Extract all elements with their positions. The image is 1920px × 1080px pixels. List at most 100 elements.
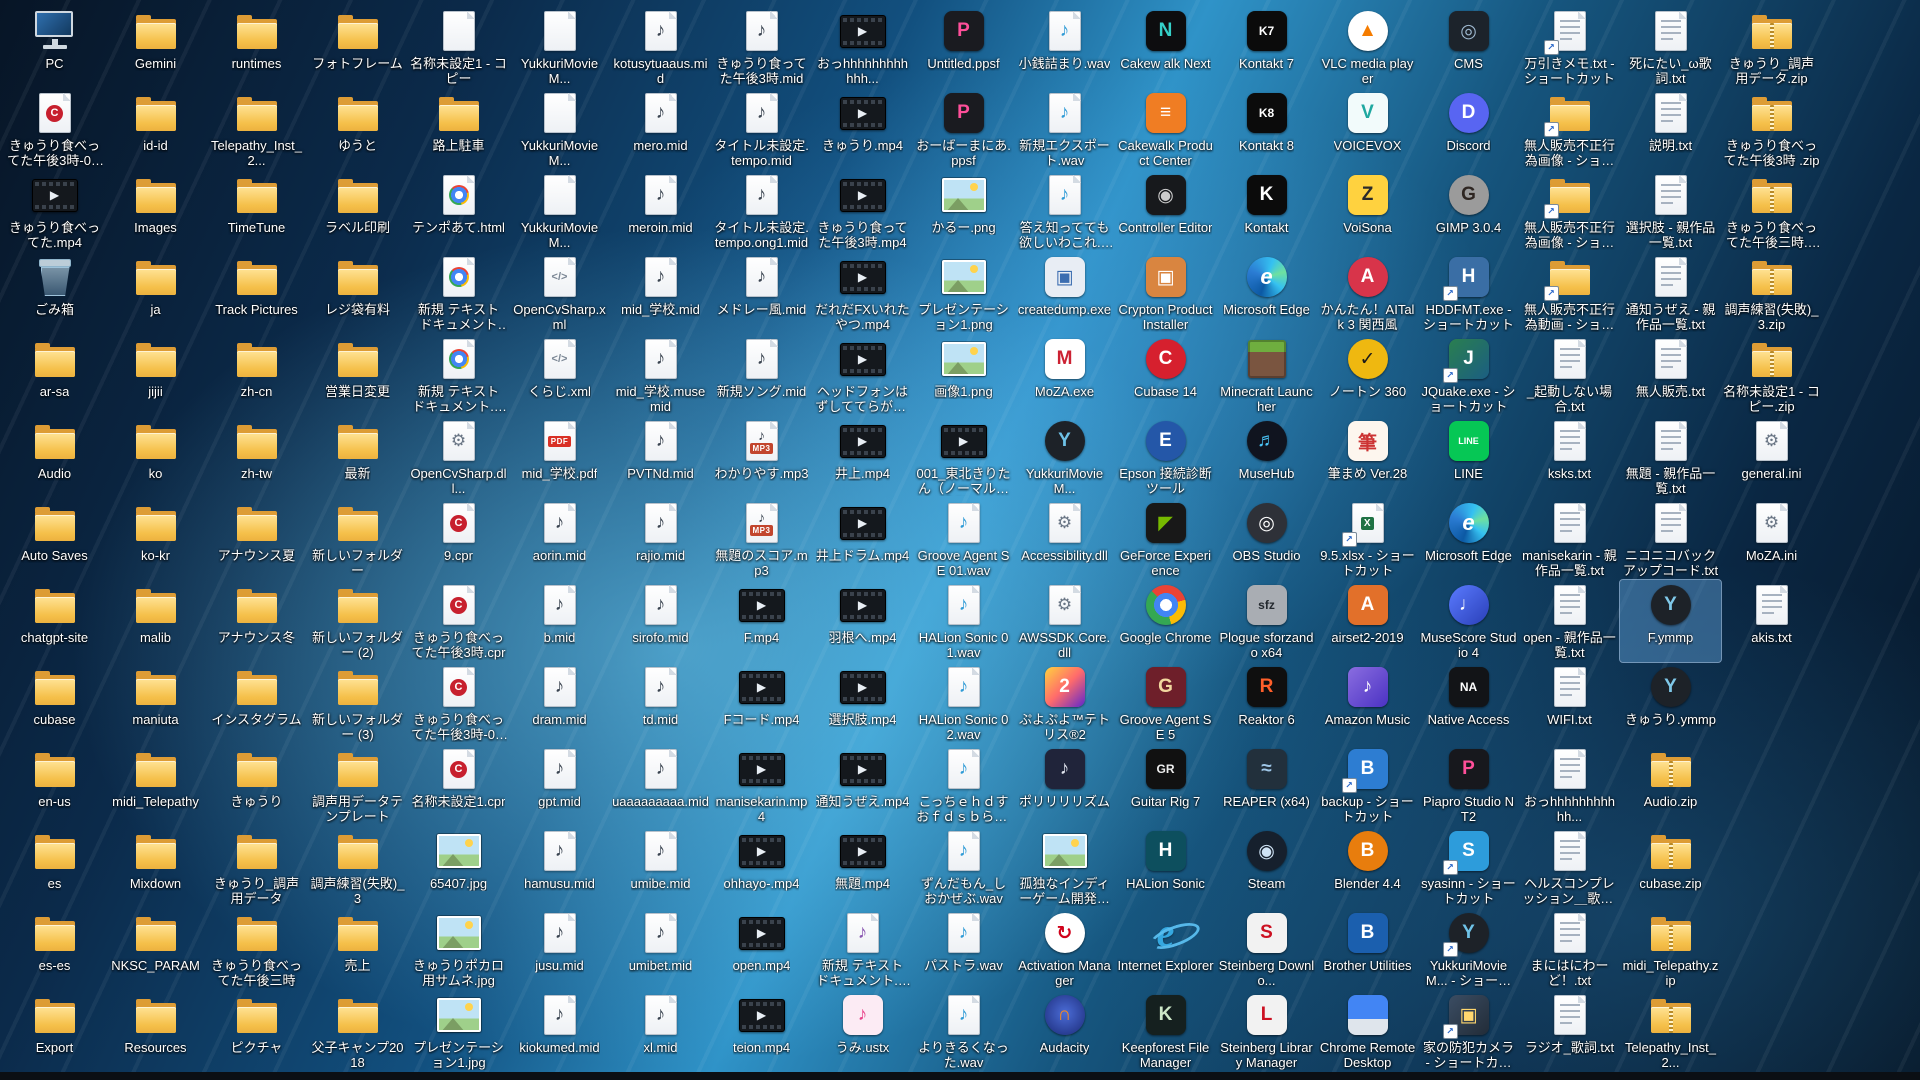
- desktop-icon[interactable]: ♪MP3無題のスコア.mp3: [711, 498, 812, 580]
- desktop-icon[interactable]: ♪ポリリリリズム: [1014, 744, 1115, 826]
- desktop-icon[interactable]: PUntitled.ppsf: [913, 6, 1014, 88]
- desktop-icon[interactable]: ♪HALion Sonic 01.wav: [913, 580, 1014, 662]
- desktop-icon[interactable]: ▶teion.mp4: [711, 990, 812, 1072]
- desktop-icon[interactable]: ラベル印刷: [307, 170, 408, 252]
- desktop-icon[interactable]: ♪タイトル未設定.tempo.ong1.mid: [711, 170, 812, 252]
- desktop-icon[interactable]: Minecraft Launcher: [1216, 334, 1317, 416]
- desktop-icon[interactable]: ♪こっちｅｈｄすおｆｄｓｂらぶ.wav: [913, 744, 1014, 826]
- desktop-icon[interactable]: 営業日変更: [307, 334, 408, 416]
- desktop-icon[interactable]: ♪hamusu.mid: [509, 826, 610, 908]
- desktop-icon[interactable]: eMicrosoft Edge: [1418, 498, 1519, 580]
- desktop-icon[interactable]: ♪タイトル未設定.tempo.mid: [711, 88, 812, 170]
- desktop-icon[interactable]: Cきゅうり食べってた午後3時.cpr: [408, 580, 509, 662]
- desktop-icon[interactable]: ♪Groove Agent SE 01.wav: [913, 498, 1014, 580]
- taskbar[interactable]: [0, 1072, 1920, 1080]
- desktop-icon[interactable]: akis.txt: [1721, 580, 1822, 662]
- desktop-icon[interactable]: J↗JQuake.exe - ショートカット: [1418, 334, 1519, 416]
- desktop-icon[interactable]: es-es: [4, 908, 105, 990]
- desktop-icon[interactable]: LSteinberg Library Manager: [1216, 990, 1317, 1072]
- desktop-icon[interactable]: きゅうり食べってた午後3時 .zip: [1721, 88, 1822, 170]
- desktop-icon[interactable]: Yきゅうり.ymmp: [1620, 662, 1721, 744]
- desktop-icon[interactable]: ▶きゅうり.mp4: [812, 88, 913, 170]
- desktop-icon[interactable]: ∩Audacity: [1014, 990, 1115, 1072]
- desktop-icon[interactable]: 65407.jpg: [408, 826, 509, 908]
- desktop-icon[interactable]: ♪sirofo.mid: [610, 580, 711, 662]
- desktop-icon[interactable]: ▶おっhhhhhhhhhhhh...: [812, 6, 913, 88]
- desktop-icon[interactable]: Audio.zip: [1620, 744, 1721, 826]
- desktop-icon[interactable]: ▶井上ドラム.mp4: [812, 498, 913, 580]
- desktop-icon[interactable]: ♪dram.mid: [509, 662, 610, 744]
- desktop-icon[interactable]: ▶選択肢.mp4: [812, 662, 913, 744]
- desktop-icon[interactable]: PPiapro Studio NT2: [1418, 744, 1519, 826]
- desktop-icon[interactable]: sfzPlogue sforzando x64: [1216, 580, 1317, 662]
- desktop-icon[interactable]: ▶羽根へ.mp4: [812, 580, 913, 662]
- desktop-icon[interactable]: ◤GeForce Experience: [1115, 498, 1216, 580]
- desktop-icon[interactable]: YYukkuriMovieM...: [1014, 416, 1115, 498]
- desktop-icon[interactable]: midi_Telepathy.zip: [1620, 908, 1721, 990]
- desktop-icon[interactable]: ▣Crypton Product Installer: [1115, 252, 1216, 334]
- desktop-icon[interactable]: Telepathy_Inst_2...: [206, 88, 307, 170]
- desktop-icon[interactable]: 父子キャンプ2018: [307, 990, 408, 1072]
- desktop-icon[interactable]: かるー.png: [913, 170, 1014, 252]
- desktop-icon[interactable]: ♪小銭詰まり.wav: [1014, 6, 1115, 88]
- desktop-icon[interactable]: malib: [105, 580, 206, 662]
- desktop-icon[interactable]: テンポあて.html: [408, 170, 509, 252]
- desktop-icon[interactable]: ♪kiokumed.mid: [509, 990, 610, 1072]
- desktop-icon[interactable]: Cきゅうり食べってた午後3時-01.cpr: [4, 88, 105, 170]
- desktop-icon[interactable]: KKeepforest File Manager: [1115, 990, 1216, 1072]
- desktop-icon[interactable]: </>くらじ.xml: [509, 334, 610, 416]
- desktop-icon[interactable]: zh-tw: [206, 416, 307, 498]
- desktop-icon[interactable]: H↗HDDFMT.exe - ショートカット: [1418, 252, 1519, 334]
- desktop-icon[interactable]: ピクチャ: [206, 990, 307, 1072]
- desktop-icon[interactable]: ◉Controller Editor: [1115, 170, 1216, 252]
- desktop-icon[interactable]: Mixdown: [105, 826, 206, 908]
- desktop-icon[interactable]: eMicrosoft Edge: [1216, 252, 1317, 334]
- desktop-icon[interactable]: </>OpenCvSharp.xml: [509, 252, 610, 334]
- desktop-icon[interactable]: VVOICEVOX: [1317, 88, 1418, 170]
- desktop-icon[interactable]: maniuta: [105, 662, 206, 744]
- desktop-icon[interactable]: 無人販売.txt: [1620, 334, 1721, 416]
- desktop-icon[interactable]: EEpson 接続診断ツール: [1115, 416, 1216, 498]
- desktop-icon[interactable]: ⚙OpenCvSharp.dll...: [408, 416, 509, 498]
- desktop-icon[interactable]: レジ袋有料: [307, 252, 408, 334]
- desktop-icon[interactable]: Cきゅうり食べってた午後3時-02.cpr: [408, 662, 509, 744]
- desktop-icon[interactable]: C9.cpr: [408, 498, 509, 580]
- desktop-icon[interactable]: ♪新規エクスポート.wav: [1014, 88, 1115, 170]
- desktop-icon[interactable]: きゅうり_調声用データ.zip: [1721, 6, 1822, 88]
- desktop-icon[interactable]: おっhhhhhhhhhhh...: [1519, 744, 1620, 826]
- desktop-icon[interactable]: 説明.txt: [1620, 88, 1721, 170]
- desktop-icon[interactable]: フォトフレーム: [307, 6, 408, 88]
- desktop-icon[interactable]: Resources: [105, 990, 206, 1072]
- desktop-icon[interactable]: NANative Access: [1418, 662, 1519, 744]
- desktop-icon[interactable]: アナウンス夏: [206, 498, 307, 580]
- desktop-icon[interactable]: ニコニコバックアップコード.txt: [1620, 498, 1721, 580]
- desktop-icon[interactable]: ♪よりきるくなった.wav: [913, 990, 1014, 1072]
- desktop-icon[interactable]: 2ぷよぷよ™テトリス®2: [1014, 662, 1115, 744]
- desktop-icon[interactable]: Auto Saves: [4, 498, 105, 580]
- desktop-icon[interactable]: Pおーばーまにあ.ppsf: [913, 88, 1014, 170]
- desktop-icon[interactable]: DDiscord: [1418, 88, 1519, 170]
- desktop-icon[interactable]: ♪PVTNd.mid: [610, 416, 711, 498]
- desktop-icon[interactable]: ≡Cakewalk Product Center: [1115, 88, 1216, 170]
- desktop-icon[interactable]: GRGuitar Rig 7: [1115, 744, 1216, 826]
- desktop-icon[interactable]: ▶Fコード.mp4: [711, 662, 812, 744]
- desktop-icon[interactable]: C名称未設定1.cpr: [408, 744, 509, 826]
- desktop-icon[interactable]: ▶きゅうり食ってた午後3時.mp4: [812, 170, 913, 252]
- desktop-icon[interactable]: Aかんたん！AITalk 3 関西風: [1317, 252, 1418, 334]
- desktop-icon[interactable]: ▶きゅうり食べってた.mp4: [4, 170, 105, 252]
- desktop-icon[interactable]: ▶manisekarin.mp4: [711, 744, 812, 826]
- desktop-icon[interactable]: ♪答え知ってても欲しいわこれ.wav: [1014, 170, 1115, 252]
- desktop-icon[interactable]: 調声用データテンプレート: [307, 744, 408, 826]
- desktop-icon[interactable]: YukkuriMovieM...: [509, 170, 610, 252]
- desktop-icon[interactable]: ♪b.mid: [509, 580, 610, 662]
- desktop-icon[interactable]: ⚙general.ini: [1721, 416, 1822, 498]
- desktop-icon[interactable]: id-id: [105, 88, 206, 170]
- desktop-icon[interactable]: ♪新規 テキスト ドキュメント.musicxml: [812, 908, 913, 990]
- desktop-icon[interactable]: ♪メドレー風.mid: [711, 252, 812, 334]
- desktop-icon[interactable]: ↗無人販売不正行為画像 - ショートカッ...: [1519, 88, 1620, 170]
- desktop-icon[interactable]: cubase.zip: [1620, 826, 1721, 908]
- desktop-icon[interactable]: 筆筆まめ Ver.28: [1317, 416, 1418, 498]
- desktop-icon[interactable]: ♪kotusytuaaus.mid: [610, 6, 711, 88]
- desktop-icon[interactable]: ♪td.mid: [610, 662, 711, 744]
- desktop-icon[interactable]: runtimes: [206, 6, 307, 88]
